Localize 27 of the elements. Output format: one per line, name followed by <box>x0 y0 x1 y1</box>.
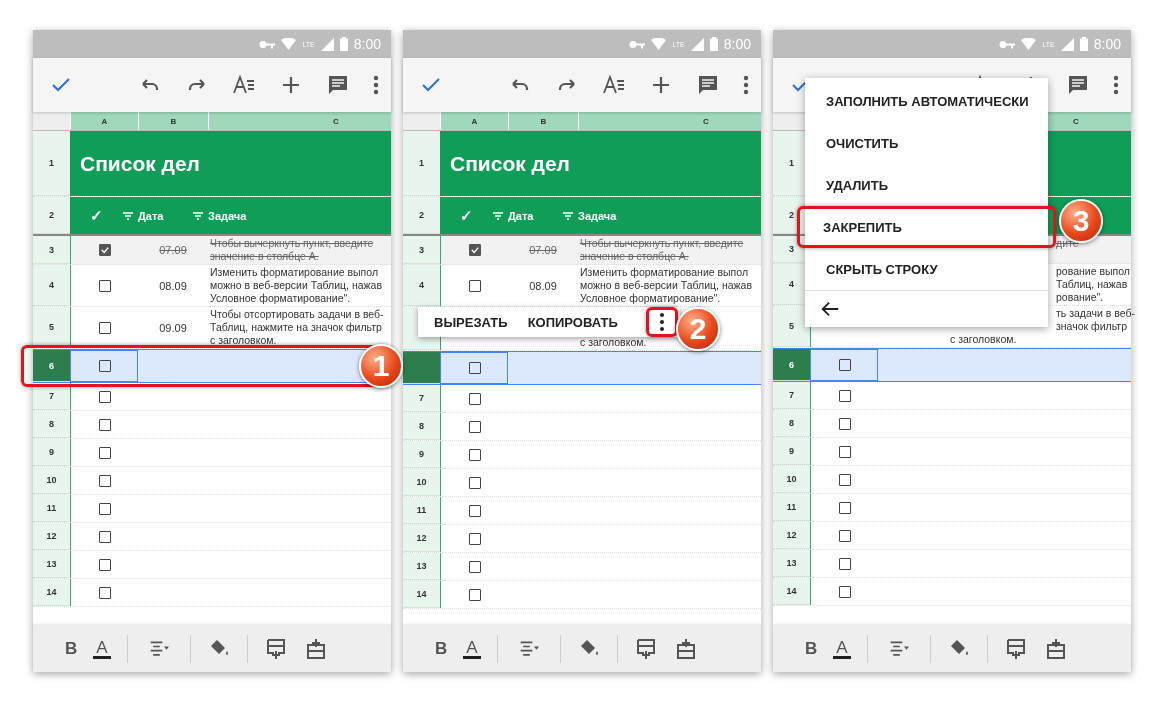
date-cell: 08.09 <box>529 279 557 292</box>
task-cell-text: Чтобы вычеркнуть пункт, введите значение в столбце А. <box>580 237 745 263</box>
date-cell: 09.09 <box>159 321 187 334</box>
task-header: Задача <box>208 209 247 222</box>
task-cell-text: Чтобы отсортировать задачи в веб- Таблиц, нажмите на значок фильтр с заголовком. <box>210 308 385 347</box>
task-header: Задача <box>578 209 617 222</box>
step-number: 2 <box>676 307 720 351</box>
task-cell-text: с заголовком. <box>580 336 648 349</box>
clock: 8:00 <box>1093 36 1121 52</box>
check-header: ✓ <box>460 206 473 225</box>
task-cell-text: Чтобы вычеркнуть пункт, введите значение в столбце А. <box>210 237 375 263</box>
check-header: ✓ <box>90 206 103 225</box>
step-number: 1 <box>359 344 403 388</box>
date-header: Дата <box>138 209 164 222</box>
task-cell-text: рование выпол Таблиц, нажав рование". <box>1055 265 1131 304</box>
task-cell-text: Изменить форматирование выпол можно в веб-версии Таблиц, нажав Условное форматирование". <box>210 266 383 305</box>
task-cell-text: ть задачи в веб- значок фильтр <box>1055 307 1136 333</box>
date-cell: 07.09 <box>159 244 187 256</box>
date-cell: 08.09 <box>159 279 187 292</box>
task-cell-text: с заголовком. <box>950 333 1018 346</box>
date-header: Дата <box>508 209 534 222</box>
clock: 8:00 <box>723 36 751 52</box>
date-cell: 07.09 <box>529 244 557 256</box>
clock: 8:00 <box>353 36 381 52</box>
sheet-title: Список дел <box>450 151 570 176</box>
sheet-title: Список дел <box>80 151 200 176</box>
task-cell-text: Изменить форматирование выпол можно в веб-версии Таблиц, нажав Условное форматирование". <box>580 266 753 305</box>
